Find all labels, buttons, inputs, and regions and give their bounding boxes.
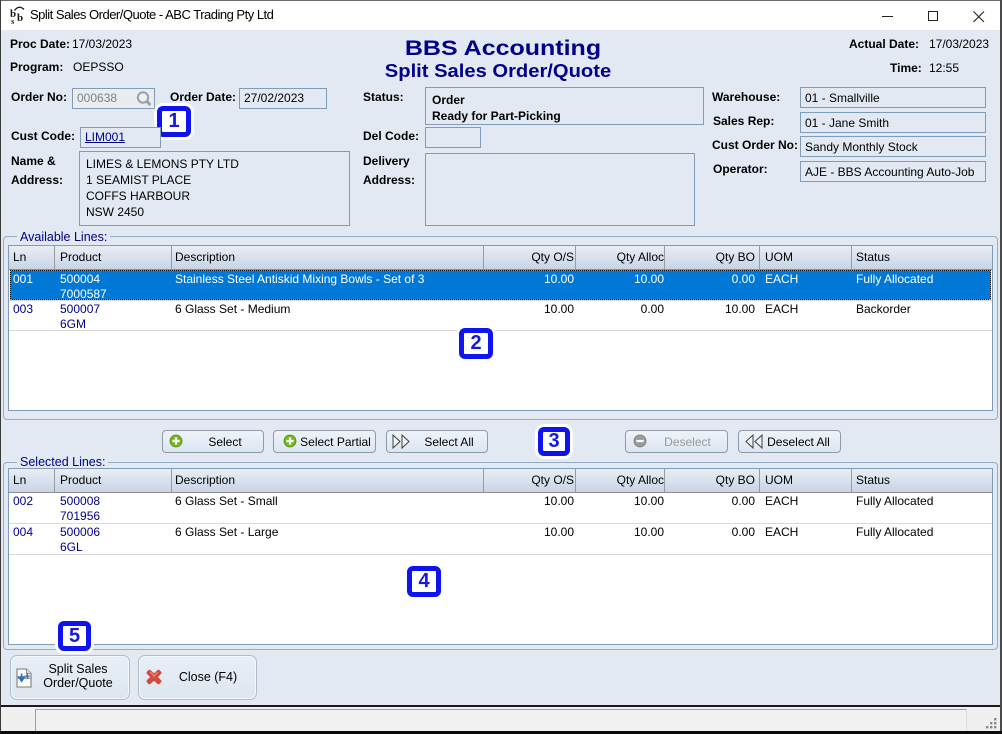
svg-text:b: b [17, 12, 23, 24]
